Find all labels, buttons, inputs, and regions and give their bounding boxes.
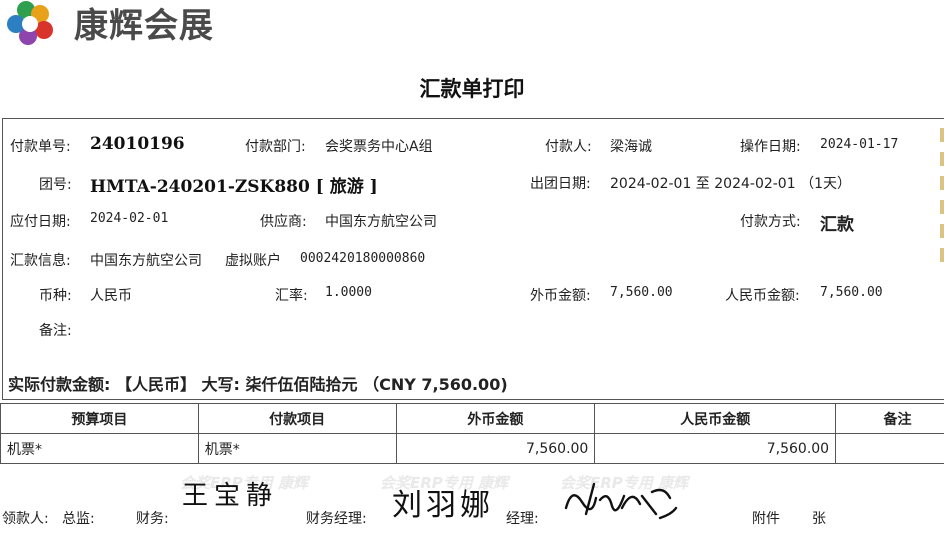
rmb-amount-label: 人民币金额: <box>725 288 800 304</box>
items-table: 预算项目 付款项目 外币金额 人民币金额 备注 机票* 机票* 7,560.00… <box>0 403 944 464</box>
finance-manager-label: 财务经理: <box>306 511 367 527</box>
payer-value: 梁海诚 <box>610 139 652 155</box>
dept-value: 会奖票务中心A组 <box>325 139 433 155</box>
actual-amount: 实际付款金额: 【人民币】 大写: 柒仟伍佰陆拾元 （CNY 7,560.00) <box>8 375 508 394</box>
sheets-label: 张 <box>812 511 826 527</box>
remit-name: 中国东方航空公司 <box>90 253 202 269</box>
payer-label: 付款人: <box>545 139 592 155</box>
payee-label: 领款人: <box>2 511 49 527</box>
cell-budget: 机票* <box>0 433 199 464</box>
group-value: HMTA-240201-ZSK880 [ 旅游 ] <box>90 177 378 197</box>
fx-amount-value: 7,560.00 <box>610 285 673 300</box>
op-date-label: 操作日期: <box>740 139 801 155</box>
col-payment-item: 付款项目 <box>197 403 397 434</box>
fx-amount-label: 外币金额: <box>530 288 591 304</box>
attachment-label: 附件 <box>752 511 780 527</box>
cell-note <box>835 433 944 464</box>
note-label: 备注: <box>39 323 72 339</box>
rmb-amount-value: 7,560.00 <box>820 285 883 300</box>
cell-rmb-amount: 7,560.00 <box>594 433 837 464</box>
remit-account-type: 虚拟账户 <box>225 253 281 269</box>
supplier-label: 供应商: <box>260 214 307 230</box>
currency-label: 币种: <box>39 288 72 304</box>
depart-label: 出团日期: <box>530 176 591 192</box>
brand-logo-icon <box>7 1 53 45</box>
pay-no-value: 24010196 <box>90 134 185 154</box>
col-note: 备注 <box>835 403 944 434</box>
cell-payment-item: 机票* <box>197 433 397 464</box>
remit-account: 0002420180000860 <box>300 251 426 266</box>
dept-label: 付款部门: <box>245 139 306 155</box>
cell-fx-amount: 7,560.00 <box>395 433 596 464</box>
edge-strip <box>940 118 944 288</box>
col-budget: 预算项目 <box>0 403 199 434</box>
table-row: 机票* 机票* 7,560.00 7,560.00 <box>0 433 944 464</box>
due-value: 2024-02-01 <box>90 211 169 226</box>
currency-value: 人民币 <box>90 288 132 304</box>
remit-label: 汇款信息: <box>10 253 71 269</box>
col-rmb-amount: 人民币金额 <box>594 403 837 434</box>
col-fx-amount: 外币金额 <box>395 403 596 434</box>
method-value: 汇款 <box>820 215 854 235</box>
op-date-value: 2024-01-17 <box>820 137 899 152</box>
rate-label: 汇率: <box>275 288 308 304</box>
supplier-value: 中国东方航空公司 <box>325 214 437 230</box>
due-label: 应付日期: <box>10 214 71 230</box>
signature-manager-icon <box>564 482 678 520</box>
table-header-row: 预算项目 付款项目 外币金额 人民币金额 备注 <box>0 403 944 434</box>
page-title: 汇款单打印 <box>419 77 525 101</box>
finance-label: 财务: <box>136 511 169 527</box>
manager-label: 经理: <box>506 511 539 527</box>
depart-value: 2024-02-01 至 2024-02-01 （1天） <box>610 176 851 192</box>
signature-finance-manager: 刘羽娜 <box>392 488 494 523</box>
method-label: 付款方式: <box>740 214 801 230</box>
rate-value: 1.0000 <box>325 285 372 300</box>
director-label: 总监: <box>62 511 95 527</box>
signature-finance: 王宝静 <box>182 481 279 511</box>
brand-name: 康辉会展 <box>74 6 214 46</box>
group-label: 团号: <box>39 177 72 193</box>
pay-no-label: 付款单号: <box>10 139 71 155</box>
